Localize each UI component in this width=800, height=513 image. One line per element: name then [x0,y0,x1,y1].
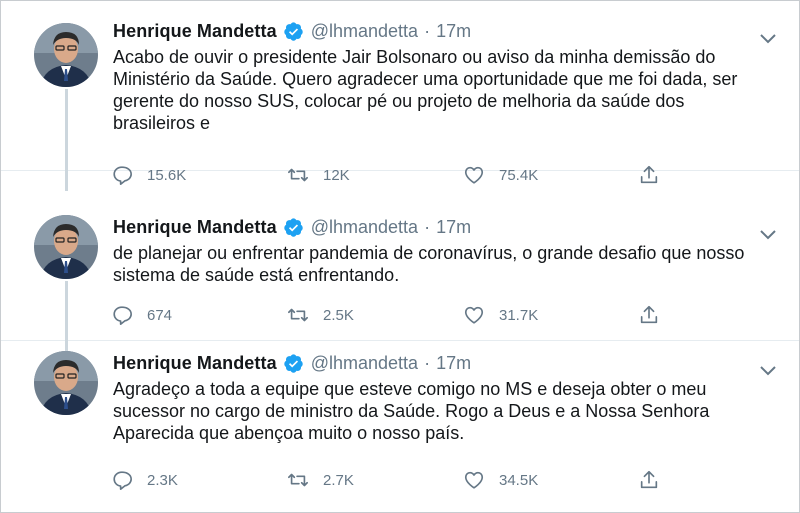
retweet-icon [288,473,308,487]
chevron-down-icon[interactable] [759,365,777,377]
tweet-timestamp[interactable]: 17m [436,353,471,374]
tweet-actions: 674 2.5K 31.7K [111,302,671,328]
share-button[interactable] [638,302,660,328]
share-icon [640,305,658,324]
chevron-down-icon[interactable] [759,229,777,241]
tweet-header: Henrique Mandetta @lhmandetta · 17m [113,215,763,239]
thread-connector [65,281,68,341]
tweet-text: de planejar ou enfrentar pandemia de cor… [113,243,750,285]
verified-icon [284,21,303,41]
like-button[interactable]: 31.7K [463,302,538,328]
retweet-count: 2.7K [323,471,354,489]
avatar-column [34,351,98,415]
author-handle[interactable]: @lhmandetta [311,353,418,374]
share-icon [640,470,658,489]
reply-count: 674 [147,306,173,324]
avatar[interactable] [34,215,98,279]
author-handle[interactable]: @lhmandetta [311,21,418,42]
tweet-actions: 2.3K 2.7K 34.5K [111,467,671,493]
avatar[interactable] [34,351,98,415]
avatar-column [34,215,98,279]
separator-dot: · [424,20,431,41]
tweet-body: Henrique Mandetta @lhmandetta · 17m Acab… [113,19,776,134]
reply-button[interactable]: 2.3K [111,467,178,493]
like-count: 34.5K [499,471,539,489]
tweet-2[interactable]: Henrique Mandetta @lhmandetta · 17m de p… [1,171,799,341]
thread-connector [65,89,68,171]
like-button[interactable]: 34.5K [463,467,538,493]
reply-icon [113,306,132,325]
reply-button[interactable]: 674 [111,302,172,328]
retweet-icon [288,308,308,322]
chevron-down-icon[interactable] [759,33,777,45]
like-icon [464,471,484,489]
verified-icon [284,353,303,373]
author-name[interactable]: Henrique Mandetta [113,217,277,238]
separator-dot: · [424,216,431,237]
tweet-body: Henrique Mandetta @lhmandetta · 17m de p… [113,215,776,286]
tweet-timestamp[interactable]: 17m [436,217,471,238]
author-name[interactable]: Henrique Mandetta [113,353,277,374]
tweet-header: Henrique Mandetta @lhmandetta · 17m [113,351,763,375]
tweet-body: Henrique Mandetta @lhmandetta · 17m Agra… [113,351,776,444]
tweet-timestamp[interactable]: 17m [436,21,471,42]
tweet-1[interactable]: Henrique Mandetta @lhmandetta · 17m Acab… [1,1,799,185]
retweet-button[interactable]: 2.5K [287,302,354,328]
tweet-text: Acabo de ouvir o presidente Jair Bolsona… [113,47,743,133]
tweet-thread: Henrique Mandetta @lhmandetta · 17m Acab… [0,0,800,513]
author-handle[interactable]: @lhmandetta [311,217,418,238]
tweet-3[interactable]: Henrique Mandetta @lhmandetta · 17m Agra… [1,341,799,512]
separator-dot: · [424,352,431,373]
author-name[interactable]: Henrique Mandetta [113,21,277,42]
share-button[interactable] [638,467,660,493]
verified-icon [284,217,303,237]
reply-count: 2.3K [147,471,178,489]
avatar[interactable] [34,23,98,87]
reply-icon [113,471,132,490]
like-count: 31.7K [499,306,539,324]
tweet-text: Agradeço a toda a equipe que esteve comi… [113,379,714,443]
avatar-column [34,23,98,87]
tweet-header: Henrique Mandetta @lhmandetta · 17m [113,19,763,43]
retweet-button[interactable]: 2.7K [287,467,354,493]
like-icon [464,306,484,324]
thread-connector [65,171,68,191]
retweet-count: 2.5K [323,306,354,324]
